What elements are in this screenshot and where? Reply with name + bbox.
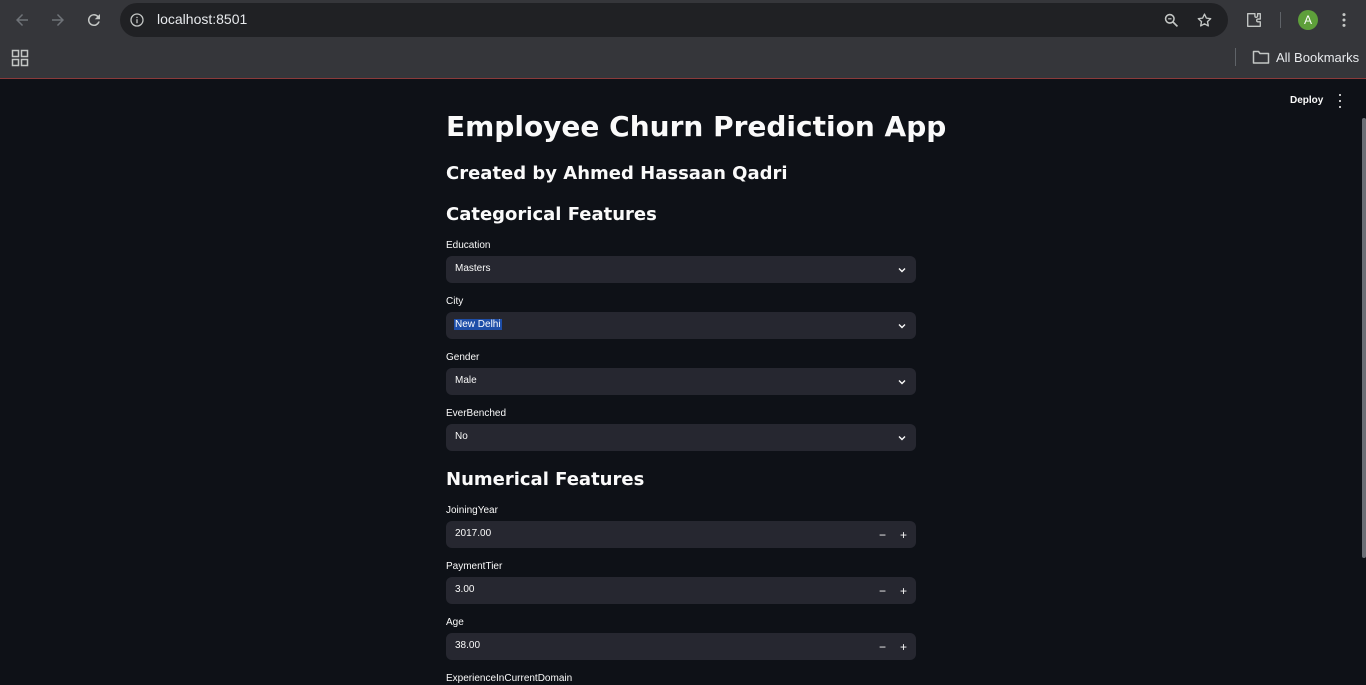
bookmarks-separator	[1235, 48, 1236, 66]
scrollbar[interactable]	[1362, 118, 1366, 558]
experience-label: ExperienceInCurrentDomain	[446, 673, 573, 684]
bookmark-star-icon[interactable]	[1194, 10, 1214, 30]
age-input[interactable]: 38.00 − +	[446, 633, 916, 660]
chevron-down-icon	[898, 380, 906, 385]
everbenched-label: EverBenched	[446, 408, 507, 419]
gender-label: Gender	[446, 352, 480, 363]
city-label: City	[446, 296, 464, 307]
site-info-icon[interactable]	[127, 10, 147, 30]
numerical-features-header: Numerical Features	[446, 469, 645, 490]
decrement-button[interactable]: −	[872, 577, 893, 604]
city-select[interactable]: New Delhi	[446, 312, 916, 339]
city-value: New Delhi	[454, 319, 502, 330]
everbenched-value: No	[455, 431, 468, 442]
page-subtitle: Created by Ahmed Hassaan Qadri	[446, 163, 788, 184]
decrement-button[interactable]: −	[872, 633, 893, 660]
apps-grid-icon[interactable]	[11, 49, 29, 67]
age-value[interactable]: 38.00	[455, 640, 480, 651]
categorical-features-header: Categorical Features	[446, 204, 657, 225]
increment-button[interactable]: +	[893, 633, 914, 660]
chevron-down-icon	[898, 436, 906, 441]
address-bar[interactable]	[120, 3, 1228, 37]
all-bookmarks-link[interactable]: All Bookmarks	[1276, 50, 1359, 65]
paymenttier-input[interactable]: 3.00 − +	[446, 577, 916, 604]
reload-icon[interactable]	[82, 8, 106, 32]
browser-chrome: localhost:8501 A All Bookmarks	[0, 0, 1366, 79]
age-label: Age	[446, 617, 464, 628]
decrement-button[interactable]: −	[872, 521, 893, 548]
joiningyear-value[interactable]: 2017.00	[455, 528, 491, 539]
chevron-down-icon	[898, 324, 906, 329]
everbenched-select[interactable]: No	[446, 424, 916, 451]
zoom-icon[interactable]	[1161, 10, 1181, 30]
chevron-down-icon	[898, 268, 906, 273]
joiningyear-input[interactable]: 2017.00 − +	[446, 521, 916, 548]
url-text[interactable]: localhost:8501	[157, 11, 247, 27]
toolbar-separator	[1280, 12, 1281, 28]
gender-value: Male	[455, 375, 477, 386]
page-title: Employee Churn Prediction App	[446, 110, 947, 143]
education-select[interactable]: Masters	[446, 256, 916, 283]
extensions-icon[interactable]	[1244, 10, 1264, 30]
increment-button[interactable]: +	[893, 521, 914, 548]
increment-button[interactable]: +	[893, 577, 914, 604]
profile-avatar[interactable]: A	[1298, 10, 1318, 30]
forward-icon[interactable]	[46, 8, 70, 32]
folder-icon[interactable]	[1252, 49, 1270, 65]
joiningyear-label: JoiningYear	[446, 505, 498, 516]
bookmarks-bar	[0, 40, 1366, 78]
paymenttier-label: PaymentTier	[446, 561, 503, 572]
education-label: Education	[446, 240, 491, 251]
browser-menu-icon[interactable]	[1334, 10, 1354, 30]
gender-select[interactable]: Male	[446, 368, 916, 395]
education-value: Masters	[455, 263, 491, 274]
back-icon[interactable]	[10, 8, 34, 32]
browser-toolbar: localhost:8501 A	[0, 0, 1366, 40]
paymenttier-value[interactable]: 3.00	[455, 584, 474, 595]
deploy-button[interactable]: Deploy	[1290, 95, 1323, 106]
app-menu-icon[interactable]	[1334, 94, 1346, 108]
